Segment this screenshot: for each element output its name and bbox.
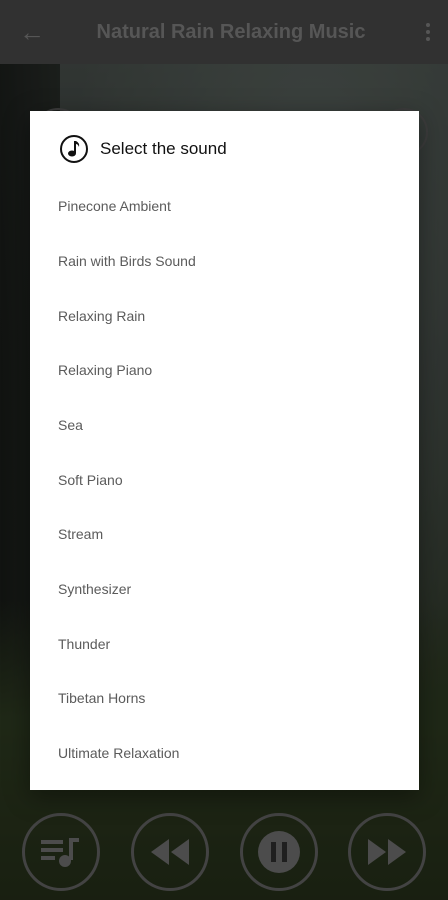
- sound-item-pinecone-ambient[interactable]: Pinecone Ambient: [58, 191, 388, 221]
- sound-item-rain-with-birds-sound[interactable]: Rain with Birds Sound: [58, 246, 388, 276]
- dialog-title: Select the sound: [100, 139, 227, 158]
- music-note-icon: [60, 135, 88, 163]
- sound-item-relaxing-piano[interactable]: Relaxing Piano: [58, 355, 388, 385]
- sound-item-synthesizer[interactable]: Synthesizer: [58, 574, 388, 604]
- dialog-header: Select the sound: [60, 135, 227, 163]
- sound-item-sea[interactable]: Sea: [58, 410, 388, 440]
- sound-item-ultimate-relaxation[interactable]: Ultimate Relaxation: [58, 738, 388, 768]
- sound-item-tibetan-horns[interactable]: Tibetan Horns: [58, 683, 388, 713]
- select-sound-dialog: Select the sound Pinecone Ambient Rain w…: [30, 111, 419, 790]
- sound-item-stream[interactable]: Stream: [58, 519, 388, 549]
- sound-item-thunder[interactable]: Thunder: [58, 629, 388, 659]
- sound-item-relaxing-rain[interactable]: Relaxing Rain: [58, 301, 388, 331]
- sound-item-soft-piano[interactable]: Soft Piano: [58, 465, 388, 495]
